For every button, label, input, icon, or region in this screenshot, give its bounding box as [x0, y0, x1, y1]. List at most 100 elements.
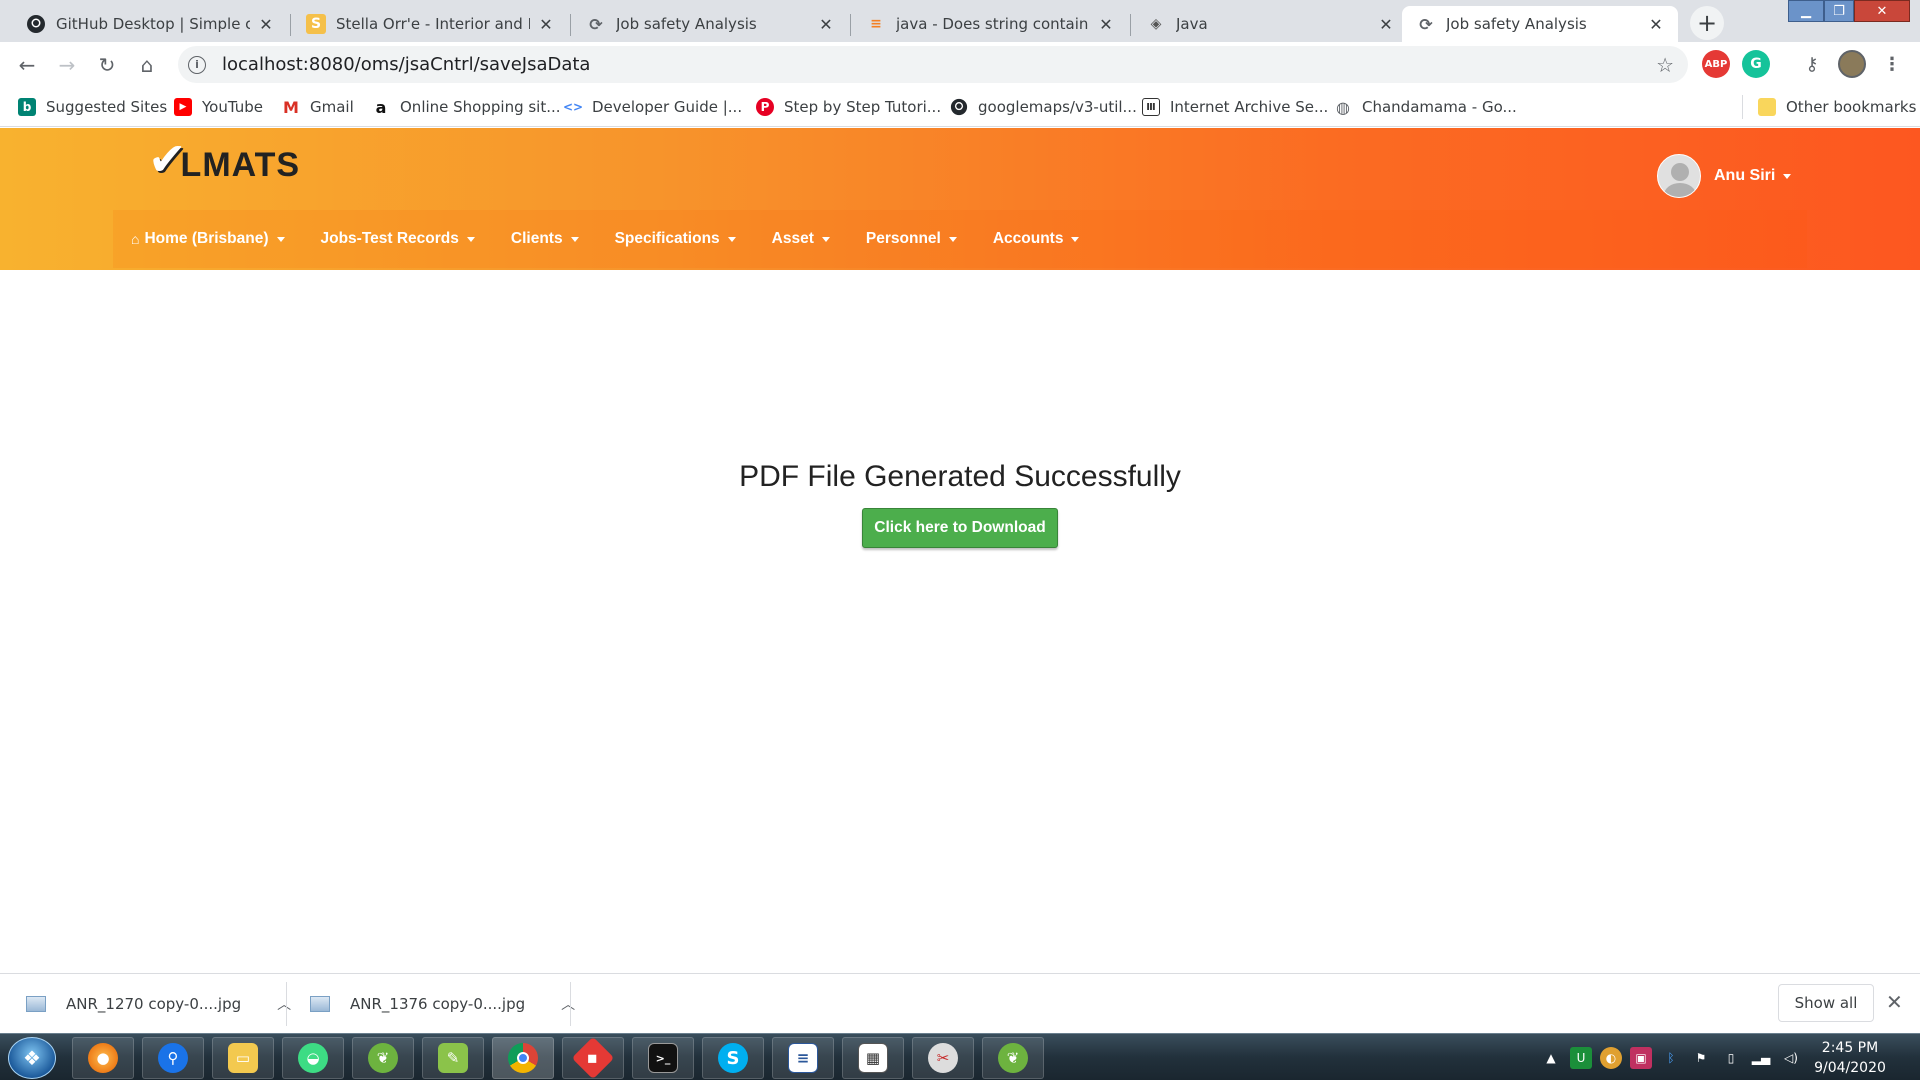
caret-down-icon — [276, 236, 285, 242]
close-icon[interactable]: ✕ — [256, 15, 276, 34]
pinterest-icon: P — [756, 98, 774, 116]
gmail-icon: M — [283, 97, 299, 117]
bookmark-item[interactable]: Ⅲ Internet Archive Se... — [1142, 95, 1328, 119]
bookmark-item[interactable]: googlemaps/v3-util... — [950, 95, 1137, 119]
bookmark-item[interactable]: ▶ YouTube — [174, 95, 263, 119]
user-menu[interactable]: Anu Siri — [1657, 154, 1792, 198]
chevron-up-icon[interactable]: ︿ — [561, 994, 575, 1014]
browser-tab[interactable]: GitHub Desktop | Simple colla ✕ — [12, 6, 288, 42]
volume-icon[interactable]: ◁) — [1780, 1047, 1802, 1069]
taskbar-spring[interactable]: ❦ — [352, 1037, 414, 1079]
profile-avatar[interactable] — [1838, 50, 1866, 78]
taskbar-calendar[interactable]: ▦ — [842, 1037, 904, 1079]
taskbar-firefox[interactable]: ● — [72, 1037, 134, 1079]
back-button[interactable]: ← — [10, 48, 44, 82]
taskbar-notepad[interactable]: ✎ — [422, 1037, 484, 1079]
close-icon[interactable]: ✕ — [1376, 15, 1396, 34]
main-content: PDF File Generated Successfully Click he… — [0, 270, 1920, 970]
bookmark-star-icon[interactable]: ☆ — [1656, 53, 1674, 77]
key-icon[interactable]: ⚷ — [1798, 50, 1826, 78]
app-tray-icon[interactable]: U — [1570, 1046, 1592, 1069]
nav-clients[interactable]: Clients — [511, 230, 579, 248]
tab-title: Job safety Analysis — [1446, 15, 1587, 33]
forward-button[interactable]: → — [50, 48, 84, 82]
git-icon: ◆ — [571, 1036, 615, 1080]
show-hidden-icons-icon[interactable]: ▲ — [1540, 1047, 1562, 1069]
loading-icon: ⟳ — [589, 14, 603, 34]
windows-taskbar: ❖ ● ⚲ ▭ ◒ ❦ ✎ ◆ >_ S ≡ ▦ ✂ ❦ ▲ U ◐ ▣ ᛒ ⚑… — [0, 1033, 1920, 1080]
window-close-button[interactable]: ✕ — [1854, 0, 1910, 22]
taskbar-chrome[interactable] — [492, 1037, 554, 1079]
nav-accounts[interactable]: Accounts — [993, 230, 1080, 248]
youtube-icon: ▶ — [174, 98, 192, 116]
bookmark-label: Chandamama - Go... — [1362, 98, 1517, 116]
wifi-signal-icon[interactable]: ▂▄ — [1750, 1047, 1772, 1069]
grammarly-icon[interactable]: G — [1742, 50, 1770, 78]
taskbar-terminal[interactable]: >_ — [632, 1037, 694, 1079]
taskbar-maps[interactable]: ⚲ — [142, 1037, 204, 1079]
start-button[interactable]: ❖ — [8, 1037, 56, 1079]
bookmark-item[interactable]: <> Developer Guide |... — [562, 95, 742, 119]
loading-icon: ⟳ — [1419, 14, 1433, 34]
nav-home[interactable]: ⌂ Home (Brisbane) — [131, 230, 285, 248]
bookmark-item[interactable]: a Online Shopping sit... — [372, 95, 561, 119]
more-menu-icon[interactable]: ⋮ — [1878, 50, 1906, 78]
download-button[interactable]: Click here to Download — [862, 508, 1058, 548]
adblock-icon[interactable]: ABP — [1702, 50, 1730, 78]
network-globe-icon[interactable]: ◐ — [1600, 1046, 1622, 1069]
taskbar-snipping[interactable]: ✂ — [912, 1037, 974, 1079]
close-icon[interactable]: ✕ — [816, 15, 836, 34]
home-button[interactable]: ⌂ — [130, 48, 164, 82]
clock-time: 2:45 PM — [1821, 1040, 1879, 1056]
browser-tab[interactable]: ≡ java - Does string contain thre ✕ — [852, 6, 1128, 42]
download-filename: ANR_1270 copy-0....jpg — [66, 995, 242, 1013]
new-tab-button[interactable]: + — [1690, 6, 1724, 40]
download-item[interactable]: ANR_1376 copy-0....jpg ︿ — [310, 974, 575, 1034]
info-icon[interactable]: i — [188, 55, 206, 74]
taskbar-docs[interactable]: ≡ — [772, 1037, 834, 1079]
close-icon[interactable]: ✕ — [1096, 15, 1116, 34]
taskbar-android[interactable]: ◒ — [282, 1037, 344, 1079]
taskbar-skype[interactable]: S — [702, 1037, 764, 1079]
caret-down-icon — [1783, 173, 1792, 179]
nav-personnel[interactable]: Personnel — [866, 230, 957, 248]
nav-asset[interactable]: Asset — [772, 230, 830, 248]
browser-tab-active[interactable]: ⟳ Job safety Analysis ✕ — [1402, 6, 1678, 42]
power-icon[interactable]: ▯ — [1720, 1047, 1742, 1069]
lmats-logo[interactable]: ✔ LMATS — [148, 136, 300, 182]
tab-title: java - Does string contain thre — [896, 15, 1090, 33]
display-icon[interactable]: ▣ — [1630, 1046, 1652, 1069]
chevron-up-icon[interactable]: ︿ — [277, 994, 291, 1014]
nav-specifications[interactable]: Specifications — [615, 230, 736, 248]
action-center-icon[interactable]: ⚑ — [1690, 1047, 1712, 1069]
bookmark-item[interactable]: M Gmail — [282, 95, 354, 119]
bookmark-item[interactable]: b Suggested Sites — [18, 95, 167, 119]
maximize-button[interactable]: ❐ — [1824, 0, 1854, 22]
minimize-button[interactable]: ▁ — [1788, 0, 1824, 22]
taskbar-spring-2[interactable]: ❦ — [982, 1037, 1044, 1079]
reload-button[interactable]: ↻ — [90, 48, 124, 82]
nav-label: Asset — [771, 230, 814, 247]
code-icon: <> — [562, 100, 584, 114]
nav-label: Jobs-Test Records — [320, 230, 459, 247]
other-bookmarks[interactable]: Other bookmarks — [1758, 95, 1916, 119]
home-icon: ⌂ — [131, 231, 140, 247]
system-clock[interactable]: 2:45 PM 9/04/2020 — [1810, 1038, 1890, 1078]
browser-tab[interactable]: ⟳ Job safety Analysis ✕ — [572, 6, 848, 42]
bookmark-item[interactable]: ◍ Chandamama - Go... — [1334, 95, 1517, 119]
close-icon[interactable]: ✕ — [1646, 15, 1666, 34]
show-all-button[interactable]: Show all — [1778, 984, 1874, 1022]
browser-tab[interactable]: ◈ Java ✕ — [1132, 6, 1408, 42]
address-bar[interactable]: i localhost:8080/oms/jsaCntrl/saveJsaDat… — [178, 46, 1688, 83]
download-item[interactable]: ANR_1270 copy-0....jpg ︿ — [26, 974, 291, 1034]
taskbar-git[interactable]: ◆ — [562, 1036, 624, 1080]
close-icon[interactable]: ✕ — [1886, 990, 1903, 1014]
taskbar-explorer[interactable]: ▭ — [212, 1037, 274, 1079]
bookmark-item[interactable]: P Step by Step Tutori... — [756, 95, 941, 119]
close-icon[interactable]: ✕ — [536, 15, 556, 34]
browser-tab[interactable]: S Stella Orr'e - Interior and Hom ✕ — [292, 6, 568, 42]
nav-jobs-test-records[interactable]: Jobs-Test Records — [321, 230, 475, 248]
bookmark-label: Internet Archive Se... — [1170, 98, 1329, 116]
stackoverflow-icon: ≡ — [870, 16, 882, 32]
bluetooth-icon[interactable]: ᛒ — [1660, 1047, 1682, 1069]
